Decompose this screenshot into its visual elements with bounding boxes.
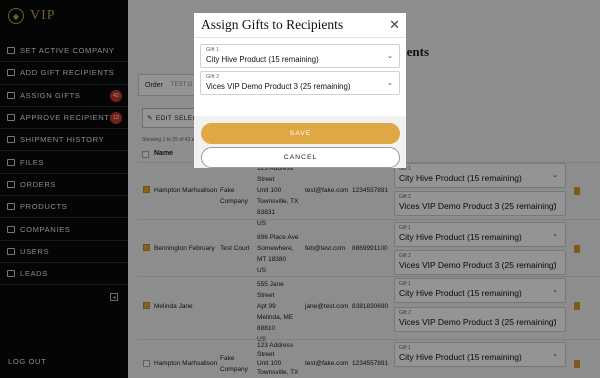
cancel-button[interactable]: CANCEL (201, 147, 400, 168)
close-icon[interactable]: ✕ (389, 17, 400, 33)
gift1-label: Gift 1 (206, 47, 220, 53)
modal-title: Assign Gifts to Recipients (201, 17, 344, 32)
chevron-down-icon: ⌄ (387, 80, 393, 87)
gift2-value: Vices VIP Demo Product 3 (25 remaining) (206, 82, 351, 91)
gift1-value: City Hive Product (15 remaining) (206, 55, 319, 64)
gift2-label: Gift 2 (206, 74, 220, 80)
modal-footer: SAVE CANCEL (194, 116, 406, 168)
gift1-select[interactable]: Gift 1 City Hive Product (15 remaining) … (200, 44, 400, 68)
assign-gifts-modal: Assign Gifts to Recipients ✕ Gift 1 City… (194, 13, 406, 168)
gift2-select[interactable]: Gift 2 Vices VIP Demo Product 3 (25 rema… (200, 71, 400, 95)
save-button[interactable]: SAVE (201, 123, 400, 144)
modal-body: Gift 1 City Hive Product (15 remaining) … (194, 38, 406, 116)
chevron-down-icon: ⌄ (387, 53, 393, 60)
modal-header: Assign Gifts to Recipients (194, 13, 406, 38)
